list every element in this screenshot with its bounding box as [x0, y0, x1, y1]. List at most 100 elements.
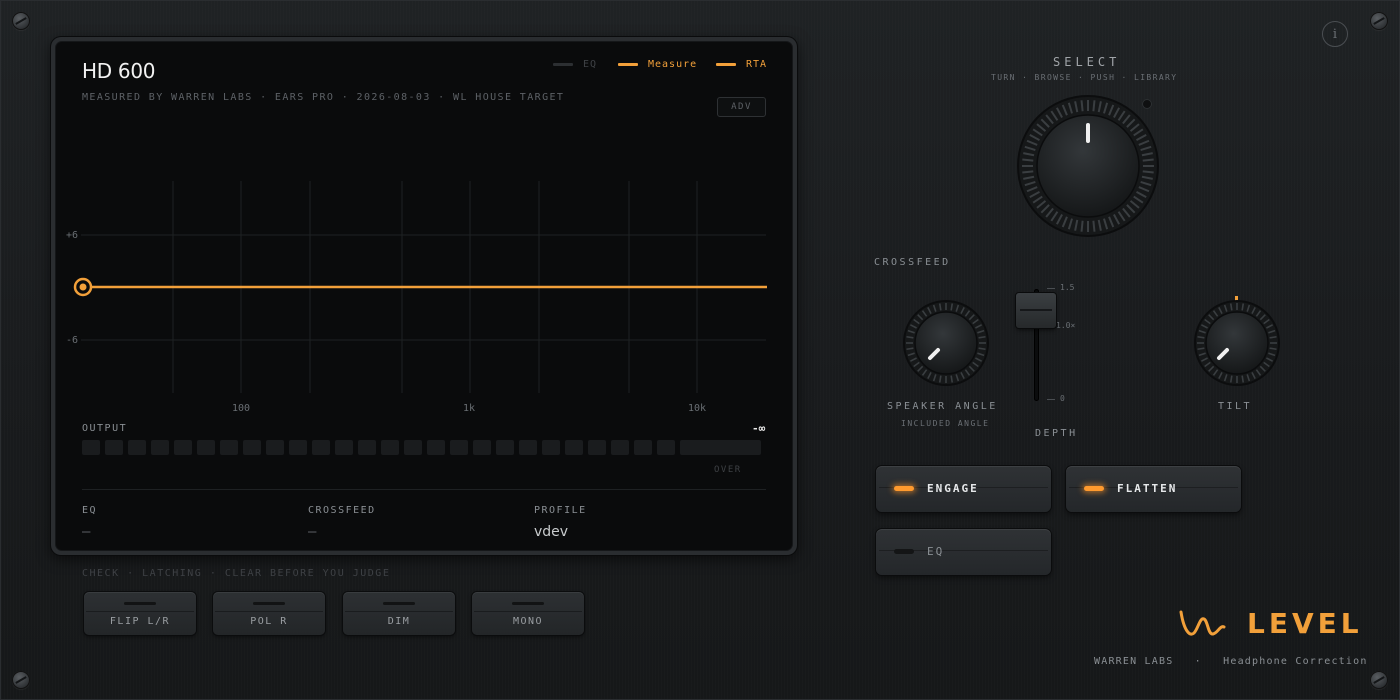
- plugin-panel: i HD 600 MEASURED BY WARREN LABS · EARS …: [0, 0, 1400, 700]
- x-tick-label: 1k: [463, 403, 475, 414]
- meter-segment: [427, 440, 445, 455]
- engage-button[interactable]: ENGAGE: [876, 466, 1051, 512]
- stat-profile-label: PROFILE: [534, 505, 587, 516]
- check-section-label: CHECK · LATCHING · CLEAR BEFORE YOU JUDG…: [82, 568, 391, 579]
- output-meter: [82, 440, 698, 455]
- stat-eq-value: —: [82, 524, 91, 540]
- stat-crossfeed-label: CROSSFEED: [308, 505, 376, 516]
- brand-name: LEVEL: [1247, 607, 1363, 640]
- legend-swatch: [716, 63, 736, 66]
- fader-tick: [1047, 288, 1055, 289]
- tilt-knob[interactable]: [1192, 298, 1282, 388]
- meter-segment: [266, 440, 284, 455]
- meter-segment: [450, 440, 468, 455]
- button-led: [512, 602, 544, 605]
- curve-handle-dot: [79, 283, 87, 291]
- speaker-angle-knob[interactable]: [901, 298, 991, 388]
- output-label: OUTPUT: [82, 423, 128, 434]
- measurement-meta: MEASURED BY WARREN LABS · EARS PRO · 202…: [82, 92, 565, 103]
- meter-segment: [174, 440, 192, 455]
- meter-segment: [358, 440, 376, 455]
- button-label: DIM: [387, 616, 411, 627]
- crossfeed-title: CROSSFEED: [874, 257, 951, 268]
- meter-segment: [542, 440, 560, 455]
- speaker-angle-label: SPEAKER ANGLE: [887, 401, 998, 412]
- flatten-led: [1084, 486, 1104, 491]
- legend-rta[interactable]: RTA: [716, 59, 767, 70]
- meter-segment: [128, 440, 146, 455]
- legend-eq[interactable]: EQ: [553, 59, 597, 70]
- button-label: FLATTEN: [1117, 482, 1178, 495]
- legend-label: Measure: [648, 59, 698, 70]
- legend-label: RTA: [746, 59, 768, 70]
- divider: [82, 489, 766, 490]
- pol-r-button[interactable]: POL R: [213, 592, 325, 635]
- stat-profile-value: vdev: [534, 524, 569, 540]
- eq-button[interactable]: EQ: [876, 529, 1051, 575]
- legend-swatch: [618, 63, 638, 66]
- button-label: MONO: [512, 616, 544, 627]
- depth-tick-label: 1.0×: [1056, 321, 1076, 330]
- meter-segment: [611, 440, 629, 455]
- depth-label: DEPTH: [1035, 428, 1078, 439]
- level-logo-icon: [1179, 610, 1226, 636]
- stat-eq-label: EQ: [82, 505, 98, 516]
- depth-tick-label: 0: [1060, 394, 1065, 403]
- meter-segment: [243, 440, 261, 455]
- x-tick-label: 100: [232, 403, 250, 414]
- meter-segment: [565, 440, 583, 455]
- meter-segment: [473, 440, 491, 455]
- speaker-angle-sublabel: INCLUDED ANGLE: [901, 419, 990, 428]
- flip-lr-button[interactable]: FLIP L/R: [84, 592, 196, 635]
- button-label: POL R: [250, 616, 288, 627]
- depth-fader[interactable]: 1.5 1.0× 0: [1013, 283, 1083, 406]
- meter-segment: [312, 440, 330, 455]
- meter-segment: [105, 440, 123, 455]
- legend-measure[interactable]: Measure: [618, 59, 697, 70]
- meter-segment: [220, 440, 238, 455]
- dim-button[interactable]: DIM: [343, 592, 455, 635]
- mono-button[interactable]: MONO: [472, 592, 584, 635]
- over-label: OVER: [714, 465, 742, 475]
- meter-segment: [634, 440, 652, 455]
- y-tick-label: -6: [66, 335, 78, 346]
- meter-segment: [289, 440, 307, 455]
- meter-segment: [381, 440, 399, 455]
- meter-segment: [404, 440, 422, 455]
- separator: ·: [1194, 656, 1202, 667]
- fader-cap[interactable]: [1016, 293, 1056, 328]
- info-icon[interactable]: i: [1322, 21, 1348, 47]
- button-label: FLIP L/R: [109, 616, 171, 627]
- select-knob[interactable]: [1013, 91, 1163, 241]
- screw-icon: [12, 671, 30, 689]
- screw-icon: [1370, 12, 1388, 30]
- output-peak-value: -∞: [752, 422, 766, 435]
- flatten-button[interactable]: FLATTEN: [1066, 466, 1241, 512]
- frequency-response-graph[interactable]: +6 -6 100 1k 10k: [61, 171, 781, 421]
- meter-segment: [82, 440, 100, 455]
- meter-segment: [151, 440, 169, 455]
- tilt-label: TILT: [1218, 401, 1253, 412]
- y-tick-label: +6: [66, 230, 78, 241]
- x-tick-label: 10k: [688, 403, 706, 414]
- button-led: [383, 602, 415, 605]
- fader-tick: [1047, 399, 1055, 400]
- adv-button[interactable]: ADV: [717, 97, 766, 117]
- button-label: ENGAGE: [927, 482, 979, 495]
- over-indicator: [695, 440, 761, 455]
- legend-label: EQ: [583, 59, 598, 70]
- meter-segment: [588, 440, 606, 455]
- meter-segment: [335, 440, 353, 455]
- button-led: [124, 602, 156, 605]
- screw-icon: [1370, 671, 1388, 689]
- meter-segment: [496, 440, 514, 455]
- stat-crossfeed-value: —: [308, 524, 317, 540]
- meter-segment: [519, 440, 537, 455]
- company-name: WARREN LABS: [1094, 656, 1174, 667]
- screw-icon: [12, 12, 30, 30]
- button-led: [253, 602, 285, 605]
- headphone-title: HD 600: [82, 59, 156, 83]
- product-name: Headphone Correction: [1223, 656, 1368, 667]
- meter-segment: [197, 440, 215, 455]
- eq-led: [894, 549, 914, 554]
